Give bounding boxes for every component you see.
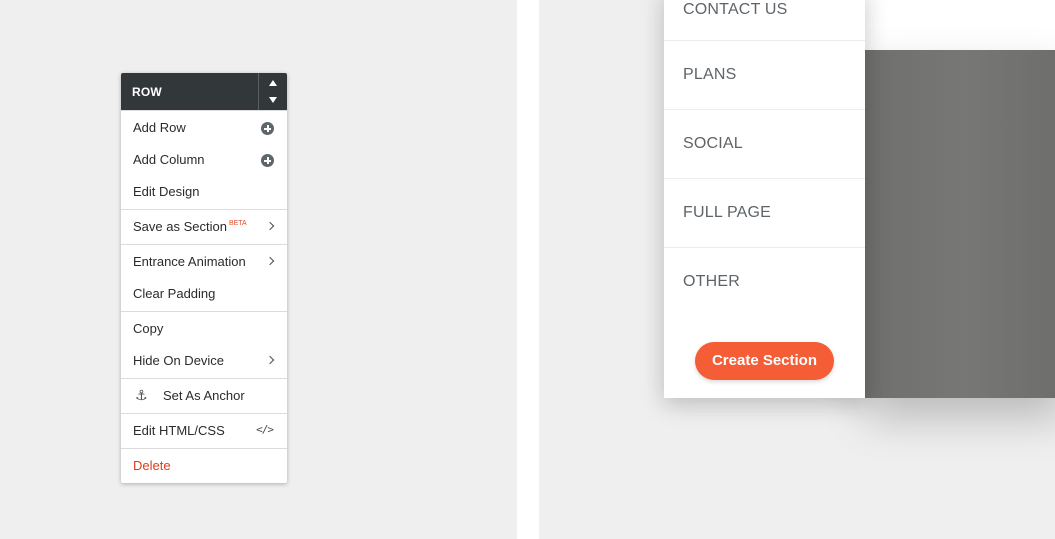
menu-group: ⚓ Set As Anchor [121, 378, 287, 413]
save-as-section-text: Save as Section [133, 219, 227, 234]
add-column-item[interactable]: Add Column [121, 144, 287, 176]
menu-group: Entrance Animation Clear Padding [121, 244, 287, 311]
move-arrows [258, 73, 287, 110]
menu-group: Save as Section BETA [121, 209, 287, 244]
edit-html-css-item[interactable]: Edit HTML/CSS </> [121, 415, 287, 447]
category-other[interactable]: OTHER [664, 248, 865, 316]
add-row-item[interactable]: Add Row [121, 112, 287, 144]
code-icon: </> [256, 423, 274, 436]
section-category-card: CONTACT US PLANS SOCIAL FULL PAGE OTHER … [664, 0, 865, 398]
menu-item-label: Hide On Device [133, 353, 225, 368]
category-contact-us[interactable]: CONTACT US [664, 0, 865, 41]
plus-circle-icon [261, 122, 274, 135]
menu-item-label: Edit HTML/CSS [133, 423, 225, 438]
menu-item-label: Edit Design [133, 184, 200, 199]
menu-group: Delete [121, 448, 287, 483]
move-up-icon[interactable] [269, 80, 277, 86]
entrance-animation-item[interactable]: Entrance Animation [121, 246, 287, 278]
chevron-right-icon [265, 355, 275, 365]
save-as-section-item[interactable]: Save as Section BETA [121, 211, 287, 243]
menu-item-label: Add Row [133, 120, 186, 135]
category-label: FULL PAGE [683, 204, 772, 221]
anchor-icon: ⚓ [135, 387, 148, 403]
menu-item-label: Save as Section BETA [133, 219, 247, 234]
left-canvas: ROW Add Row Add Column Edit Design Save … [0, 0, 517, 539]
menu-group: Copy Hide On Device [121, 311, 287, 378]
preview-header-area [865, 0, 1055, 50]
menu-header: ROW [121, 73, 287, 110]
menu-item-label: Delete [133, 458, 171, 473]
menu-item-label: Add Column [133, 152, 205, 167]
menu-group: Add Row Add Column Edit Design [121, 110, 287, 209]
chevron-right-icon [265, 256, 275, 266]
menu-item-label: Entrance Animation [133, 254, 246, 269]
category-plans[interactable]: PLANS [664, 41, 865, 110]
row-context-menu: ROW Add Row Add Column Edit Design Save … [121, 73, 287, 483]
chevron-right-icon [265, 221, 275, 231]
category-social[interactable]: SOCIAL [664, 110, 865, 179]
category-label: CONTACT US [683, 1, 788, 18]
menu-group: Edit HTML/CSS </> [121, 413, 287, 448]
plus-circle-icon [261, 154, 274, 167]
menu-item-label: Clear Padding [133, 286, 216, 301]
copy-item[interactable]: Copy [121, 313, 287, 345]
set-as-anchor-item[interactable]: ⚓ Set As Anchor [121, 380, 287, 412]
category-label: OTHER [683, 273, 740, 290]
create-section-button[interactable]: Create Section [695, 342, 834, 380]
category-label: PLANS [683, 66, 737, 83]
menu-item-label: Set As Anchor [163, 388, 245, 403]
hide-on-device-item[interactable]: Hide On Device [121, 345, 287, 377]
category-label: SOCIAL [683, 135, 743, 152]
right-canvas: CONTACT US PLANS SOCIAL FULL PAGE OTHER … [539, 0, 1055, 539]
category-full-page[interactable]: FULL PAGE [664, 179, 865, 248]
panel-divider [517, 0, 539, 539]
clear-padding-item[interactable]: Clear Padding [121, 278, 287, 310]
menu-title: ROW [132, 85, 162, 99]
edit-design-item[interactable]: Edit Design [121, 176, 287, 208]
delete-item[interactable]: Delete [121, 450, 287, 482]
menu-item-label: Copy [133, 321, 164, 336]
section-preview [865, 50, 1055, 398]
move-down-icon[interactable] [269, 97, 277, 103]
beta-badge: BETA [228, 220, 247, 227]
